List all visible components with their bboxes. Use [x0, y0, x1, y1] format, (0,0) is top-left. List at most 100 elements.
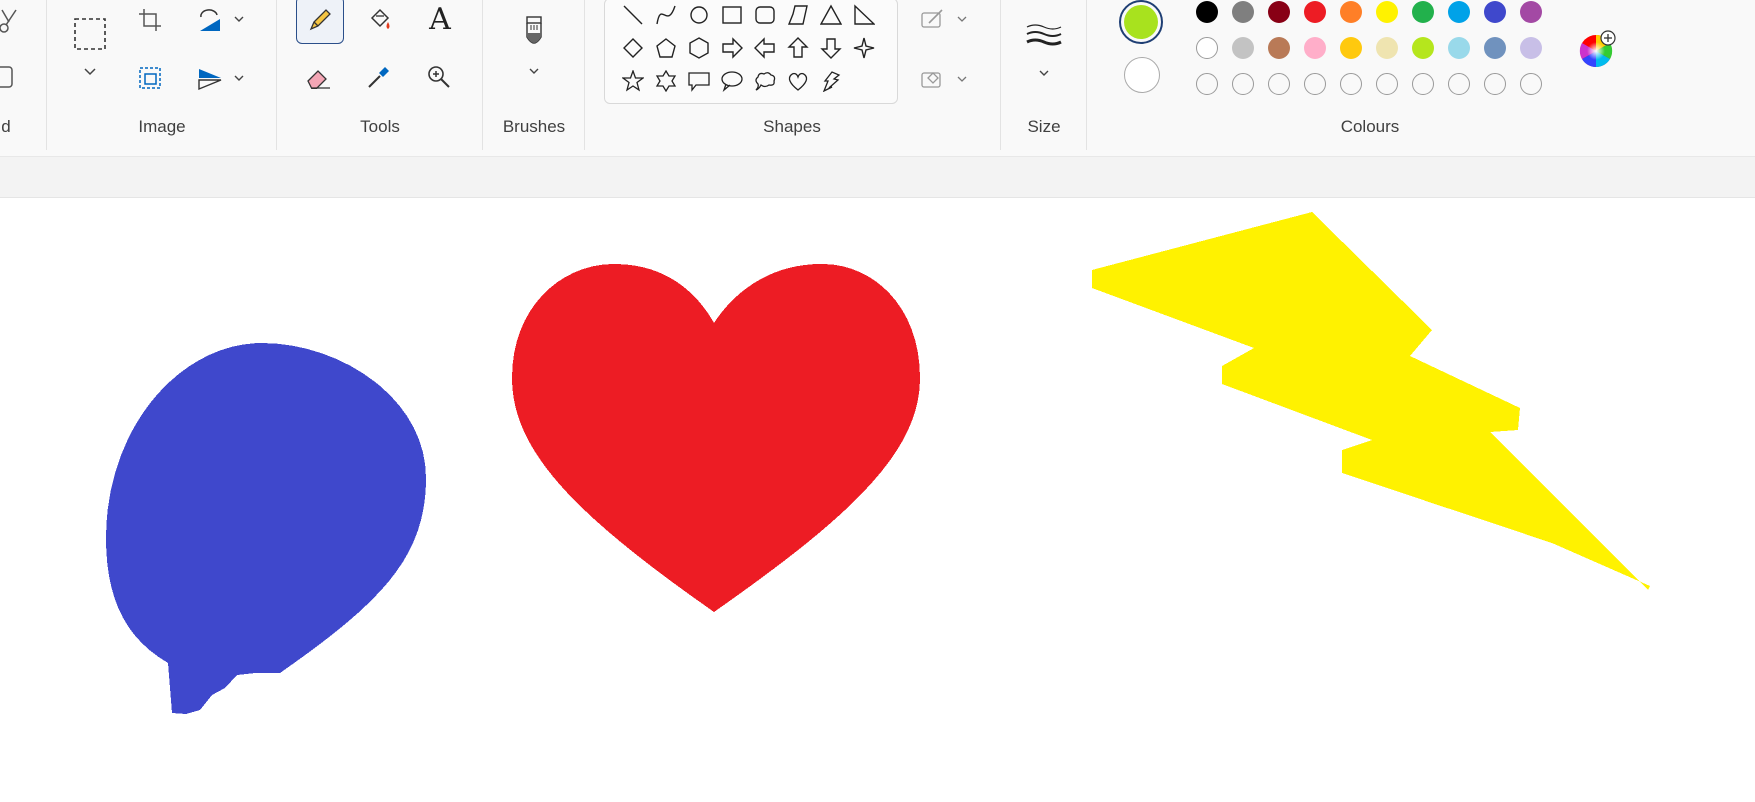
copy-icon[interactable]	[0, 64, 14, 90]
group-label-shapes: Shapes	[763, 117, 821, 136]
palette-colour-swatch[interactable]	[1340, 1, 1362, 23]
cut-icon[interactable]	[0, 6, 18, 36]
lightning-shape-icon[interactable]	[818, 68, 844, 94]
group-label-size: Size	[1027, 117, 1061, 136]
shape-fill-dropdown-chevron-icon[interactable]	[955, 72, 969, 86]
separator	[584, 0, 585, 150]
palette-colour-swatch[interactable]	[1520, 37, 1542, 59]
size-lines-icon[interactable]	[1024, 20, 1064, 54]
group-label-tools: Tools	[360, 117, 400, 136]
brush-icon[interactable]	[518, 14, 550, 54]
palette-colour-swatch[interactable]	[1412, 1, 1434, 23]
pentagon-shape-icon[interactable]	[653, 35, 679, 61]
secondary-colour-swatch[interactable]	[1124, 57, 1160, 93]
four-point-star-shape-icon[interactable]	[851, 35, 877, 61]
empty-colour-slot[interactable]	[1196, 73, 1218, 95]
polygon-shape-icon[interactable]	[785, 2, 811, 28]
oval-callout-shape-icon[interactable]	[719, 68, 745, 94]
empty-colour-slot[interactable]	[1340, 73, 1362, 95]
palette-colour-swatch[interactable]	[1196, 1, 1218, 23]
cloud-callout-shape-icon[interactable]	[752, 68, 778, 94]
palette-colour-swatch[interactable]	[1304, 37, 1326, 59]
palette-colour-swatch[interactable]	[1448, 37, 1470, 59]
palette-colour-swatch[interactable]	[1340, 37, 1362, 59]
text-tool-icon[interactable]: A	[424, 2, 456, 37]
blue-speech-bubble-shape[interactable]	[106, 343, 426, 714]
oval-shape-icon[interactable]	[686, 2, 712, 28]
palette-colour-swatch[interactable]	[1232, 37, 1254, 59]
empty-colour-slot[interactable]	[1520, 73, 1542, 95]
empty-colour-slot[interactable]	[1268, 73, 1290, 95]
eraser-icon[interactable]	[304, 62, 334, 92]
edit-colours-wheel-icon[interactable]	[1576, 28, 1618, 70]
empty-colour-slot[interactable]	[1376, 73, 1398, 95]
hexagon-shape-icon[interactable]	[686, 35, 712, 61]
diamond-shape-icon[interactable]	[620, 35, 646, 61]
rectangle-shape-icon[interactable]	[719, 2, 745, 28]
triangle-shape-icon[interactable]	[818, 2, 844, 28]
separator	[482, 0, 483, 150]
separator	[46, 0, 47, 150]
pencil-tool-button[interactable]	[296, 0, 344, 44]
shapes-gallery	[604, 0, 898, 104]
palette-colour-swatch[interactable]	[1448, 1, 1470, 23]
empty-colour-slot[interactable]	[1232, 73, 1254, 95]
palette-colour-swatch[interactable]	[1484, 37, 1506, 59]
group-label-image: Image	[138, 117, 186, 136]
palette-colour-swatch[interactable]	[1196, 37, 1218, 59]
rectangular-callout-shape-icon[interactable]	[686, 68, 712, 94]
group-label-colours: Colours	[1340, 117, 1400, 136]
curve-shape-icon[interactable]	[653, 2, 679, 28]
palette-colour-swatch[interactable]	[1268, 1, 1290, 23]
empty-colour-slot[interactable]	[1448, 73, 1470, 95]
rotate-icon[interactable]	[196, 6, 224, 34]
resize-icon[interactable]	[136, 64, 164, 92]
magnifier-icon[interactable]	[424, 62, 454, 92]
shape-outline-dropdown-chevron-icon[interactable]	[955, 12, 969, 26]
palette-colour-swatch[interactable]	[1304, 1, 1326, 23]
crop-icon[interactable]	[136, 6, 164, 34]
rotate-dropdown-chevron-icon[interactable]	[232, 12, 246, 26]
color-picker-icon[interactable]	[364, 62, 394, 92]
five-point-star-shape-icon[interactable]	[620, 68, 646, 94]
yellow-lightning-shape[interactable]	[1092, 212, 1650, 590]
primary-colour-swatch	[1124, 5, 1158, 39]
separator	[276, 0, 277, 150]
shape-outline-icon[interactable]	[918, 6, 948, 32]
flip-icon[interactable]	[196, 64, 224, 92]
flip-dropdown-chevron-icon[interactable]	[232, 71, 246, 85]
heart-shape-icon[interactable]	[785, 68, 811, 94]
palette-colour-swatch[interactable]	[1412, 37, 1434, 59]
empty-colour-slot[interactable]	[1484, 73, 1506, 95]
right-triangle-shape-icon[interactable]	[851, 2, 877, 28]
palette-colour-swatch[interactable]	[1376, 37, 1398, 59]
right-arrow-shape-icon[interactable]	[719, 35, 745, 61]
left-arrow-shape-icon[interactable]	[752, 35, 778, 61]
shape-fill-icon[interactable]	[918, 66, 948, 92]
ribbon: d Image A Tools Brushes Shapes Size Colo…	[0, 0, 1755, 157]
size-dropdown-chevron-icon[interactable]	[1036, 66, 1052, 80]
group-label-brushes: Brushes	[502, 117, 566, 136]
palette-colour-swatch[interactable]	[1376, 1, 1398, 23]
line-shape-icon[interactable]	[620, 2, 646, 28]
primary-colour-selector[interactable]	[1119, 0, 1163, 44]
red-heart-shape[interactable]	[512, 263, 920, 612]
empty-colour-slot[interactable]	[1304, 73, 1326, 95]
group-label-clipboard: d	[1, 117, 11, 136]
select-button[interactable]	[70, 14, 110, 54]
palette-colour-swatch[interactable]	[1268, 37, 1290, 59]
separator	[1086, 0, 1087, 150]
select-dropdown-chevron-icon[interactable]	[80, 64, 100, 80]
separator	[1000, 0, 1001, 150]
palette-colour-swatch[interactable]	[1232, 1, 1254, 23]
fill-bucket-icon[interactable]	[364, 4, 396, 36]
up-arrow-shape-icon[interactable]	[785, 35, 811, 61]
six-point-star-shape-icon[interactable]	[653, 68, 679, 94]
empty-colour-slot[interactable]	[1412, 73, 1434, 95]
brushes-dropdown-chevron-icon[interactable]	[526, 64, 542, 78]
palette-colour-swatch[interactable]	[1520, 1, 1542, 23]
down-arrow-shape-icon[interactable]	[818, 35, 844, 61]
drawing-canvas[interactable]	[0, 198, 1755, 802]
palette-colour-swatch[interactable]	[1484, 1, 1506, 23]
rounded-rectangle-shape-icon[interactable]	[752, 2, 778, 28]
